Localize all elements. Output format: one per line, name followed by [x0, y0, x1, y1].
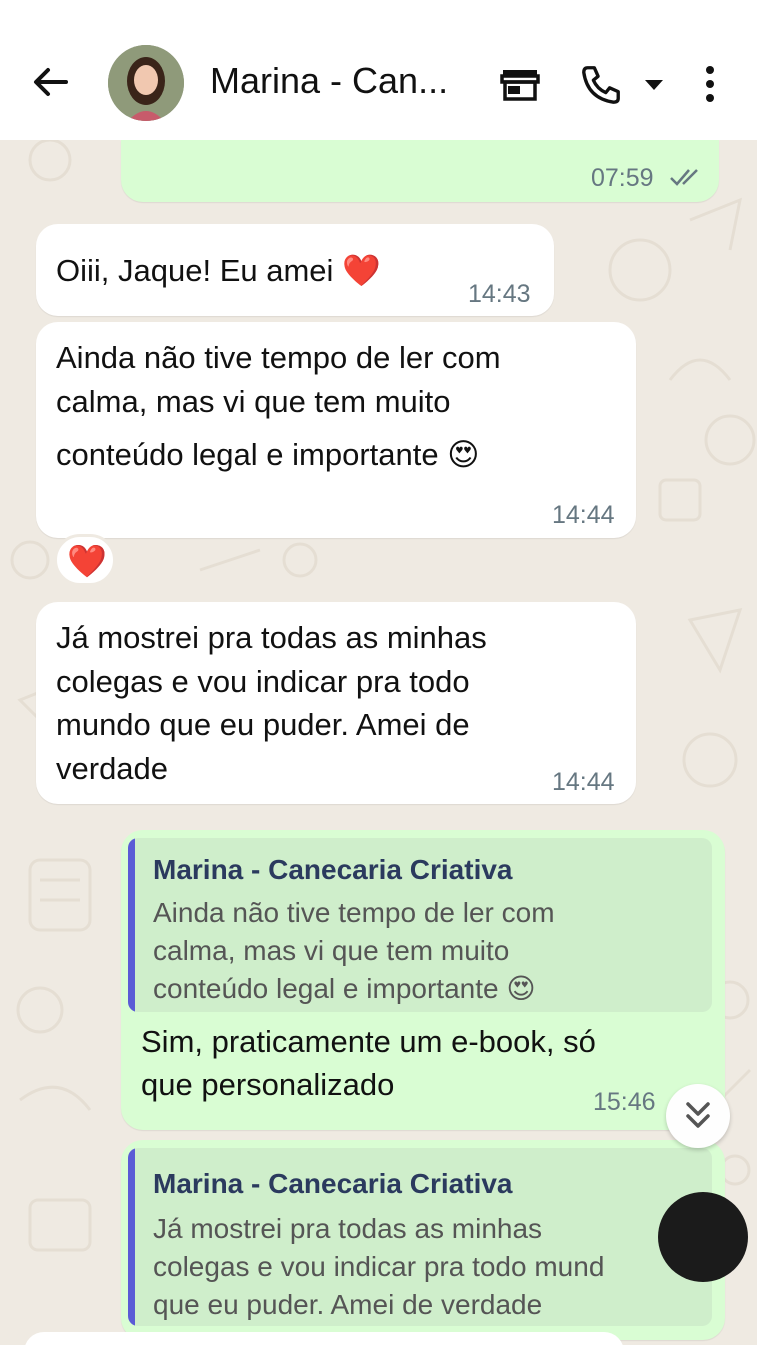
heart-reaction-icon: ❤️	[67, 543, 107, 579]
message-bubble-incoming[interactable]: Oiii, Jaque! Eu amei ❤️ 14:43	[36, 224, 554, 316]
message-line: conteúdo legal e importante 😍	[56, 437, 480, 472]
quote-line: colegas e vou indicar pra todo mund	[153, 1251, 605, 1282]
message-line: que personalizado	[141, 1067, 395, 1102]
message-time: 14:44	[552, 501, 615, 529]
message-bubble-incoming[interactable]: Ainda não tive tempo de ler com calma, m…	[36, 322, 636, 538]
message-bubble-outgoing[interactable]: Marina - Canecaria Criativa Ainda não ti…	[121, 830, 725, 1130]
message-line: Sim, praticamente um e-book, só	[141, 1024, 596, 1059]
quote-line: que eu puder. Amei de verdade	[153, 1289, 543, 1320]
message-time: 07:59	[591, 164, 654, 192]
quoted-message[interactable]: Marina - Canecaria Criativa Já mostrei p…	[128, 1148, 712, 1326]
message-bubble-outgoing[interactable]: Marina - Canecaria Criativa Já mostrei p…	[121, 1140, 725, 1340]
message-line: mundo que eu puder. Amei de	[56, 707, 470, 742]
double-chevron-down-icon	[686, 1102, 710, 1128]
quote-bar	[128, 838, 135, 1012]
message-bubble-outgoing[interactable]: 07:59	[121, 140, 719, 202]
message-bubble-incoming[interactable]	[24, 1332, 624, 1345]
avatar[interactable]	[108, 45, 184, 121]
quote-bar	[128, 1148, 135, 1326]
quote-line: Já mostrei pra todas as minhas	[153, 1213, 543, 1244]
message-line: Já mostrei pra todas as minhas	[56, 620, 487, 655]
message-time: 14:44	[552, 768, 615, 796]
quote-line: Ainda não tive tempo de ler com	[153, 897, 555, 928]
message-time: 15:46	[593, 1088, 656, 1116]
shop-icon[interactable]	[498, 62, 542, 106]
quote-line: conteúdo legal e importante 😍	[153, 973, 536, 1004]
quote-line: calma, mas vi que tem muito	[153, 935, 510, 966]
status-bar	[0, 0, 757, 22]
quote-author: Marina - Canecaria Criativa	[153, 854, 513, 885]
more-icon[interactable]	[698, 62, 722, 106]
scroll-to-bottom-button[interactable]	[666, 1084, 730, 1148]
message-text: Oiii, Jaque! Eu amei ❤️	[56, 253, 381, 288]
message-time: 14:43	[468, 280, 531, 308]
quote-author: Marina - Canecaria Criativa	[153, 1168, 513, 1199]
message-line: colegas e vou indicar pra todo	[56, 664, 470, 699]
message-bubble-incoming[interactable]: Já mostrei pra todas as minhas colegas e…	[36, 602, 636, 804]
message-line: Ainda não tive tempo de ler com	[56, 340, 501, 375]
floating-action-button[interactable]	[658, 1192, 748, 1282]
contact-name[interactable]: Marina - Can...	[210, 60, 448, 102]
message-line: calma, mas vi que tem muito	[56, 384, 451, 419]
chat-area[interactable]: 07:59 Oiii, Jaque! Eu amei ❤️ 14:43 Aind…	[0, 140, 757, 1345]
dropdown-icon[interactable]	[642, 62, 666, 106]
phone-icon[interactable]	[578, 62, 624, 106]
quoted-message[interactable]: Marina - Canecaria Criativa Ainda não ti…	[128, 838, 712, 1012]
reaction-badge[interactable]: ❤️	[54, 534, 116, 586]
read-ticks-icon	[670, 169, 698, 186]
message-line: verdade	[56, 751, 169, 786]
chat-header: Marina - Can...	[0, 22, 757, 140]
back-arrow-icon[interactable]	[28, 60, 72, 104]
